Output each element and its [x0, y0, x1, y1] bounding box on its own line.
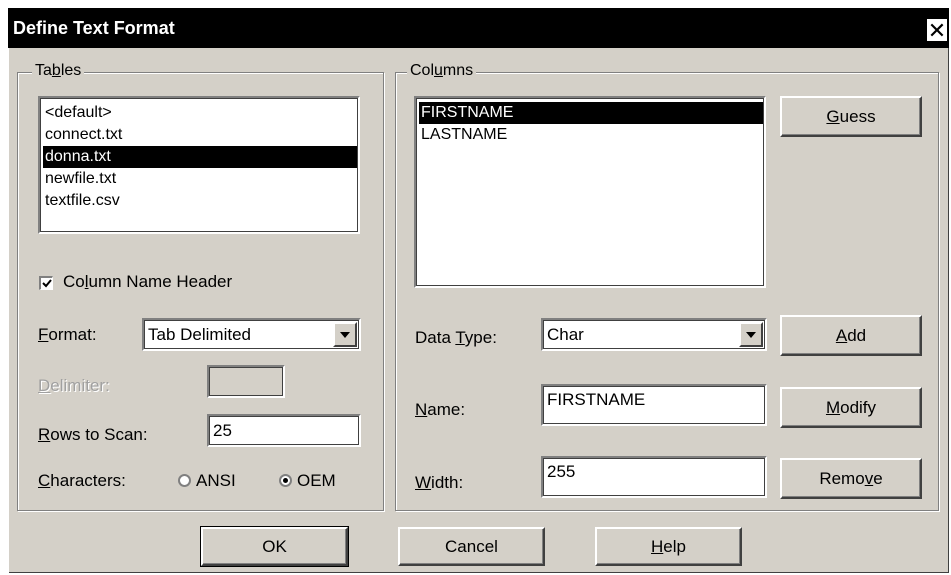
list-item[interactable]: donna.txt — [43, 146, 357, 168]
data-type-label: Data Type: — [415, 328, 497, 347]
chevron-down-icon — [746, 332, 756, 338]
rows-to-scan-label: Rows to Scan: — [38, 425, 148, 444]
width-input-value: 255 — [547, 462, 576, 481]
format-dropdown-button[interactable] — [333, 322, 357, 347]
column-name-header-checkbox[interactable] — [39, 276, 53, 290]
cancel-button[interactable]: Cancel — [398, 527, 545, 566]
list-item[interactable]: LASTNAME — [419, 124, 507, 146]
format-label: Format: — [38, 325, 97, 344]
delimiter-input — [207, 365, 285, 398]
width-label: Width: — [415, 473, 464, 492]
title-bar[interactable]: Define Text Format ✕ — [8, 8, 949, 48]
chevron-down-icon — [340, 332, 350, 338]
rows-to-scan-input[interactable]: 25 — [207, 414, 361, 447]
name-label: Name: — [415, 400, 466, 419]
name-input[interactable]: FIRSTNAME — [541, 384, 767, 426]
columns-list[interactable]: FIRSTNAME LASTNAME — [414, 96, 766, 288]
rows-to-scan-value: 25 — [213, 421, 232, 440]
list-item[interactable]: <default> — [43, 102, 112, 124]
data-type-dropdown[interactable]: Char — [541, 318, 767, 351]
format-dropdown-value: Tab Delimited — [148, 325, 251, 344]
ansi-radio[interactable] — [178, 474, 191, 487]
tables-group-label: Tables — [32, 62, 85, 80]
data-type-dropdown-value: Char — [547, 325, 584, 344]
check-icon — [42, 279, 52, 288]
oem-radio-label[interactable]: OEM — [297, 471, 336, 491]
help-button[interactable]: Help — [595, 527, 742, 566]
ok-button[interactable]: OK — [200, 526, 349, 567]
guess-button[interactable]: Guess — [780, 96, 922, 137]
add-button[interactable]: Add — [780, 315, 922, 356]
oem-radio[interactable] — [279, 474, 292, 487]
define-text-format-dialog: Define Text Format ✕ Tables <default> co… — [8, 8, 949, 573]
data-type-dropdown-button[interactable] — [739, 322, 763, 347]
name-input-value: FIRSTNAME — [547, 390, 646, 409]
width-input[interactable]: 255 — [541, 456, 767, 498]
close-icon: ✕ — [927, 18, 947, 43]
column-name-header-label[interactable]: Column Name Header — [63, 272, 232, 292]
characters-label: Characters: — [38, 471, 126, 490]
dialog-title: Define Text Format — [13, 18, 175, 38]
columns-group-label: Columns — [407, 62, 477, 80]
modify-button[interactable]: Modify — [780, 387, 922, 428]
delimiter-label: Delimiter: — [38, 376, 110, 395]
format-dropdown[interactable]: Tab Delimited — [142, 318, 361, 351]
tables-list[interactable]: <default> connect.txt donna.txt newfile.… — [38, 96, 360, 234]
close-button[interactable]: ✕ — [926, 18, 948, 43]
list-item[interactable]: textfile.csv — [43, 190, 120, 212]
radio-selected-dot — [283, 478, 288, 483]
remove-button[interactable]: Remove — [780, 458, 922, 499]
list-item[interactable]: FIRSTNAME — [419, 102, 763, 124]
ansi-radio-label[interactable]: ANSI — [196, 471, 236, 491]
list-item[interactable]: connect.txt — [43, 124, 122, 146]
list-item[interactable]: newfile.txt — [43, 168, 116, 190]
